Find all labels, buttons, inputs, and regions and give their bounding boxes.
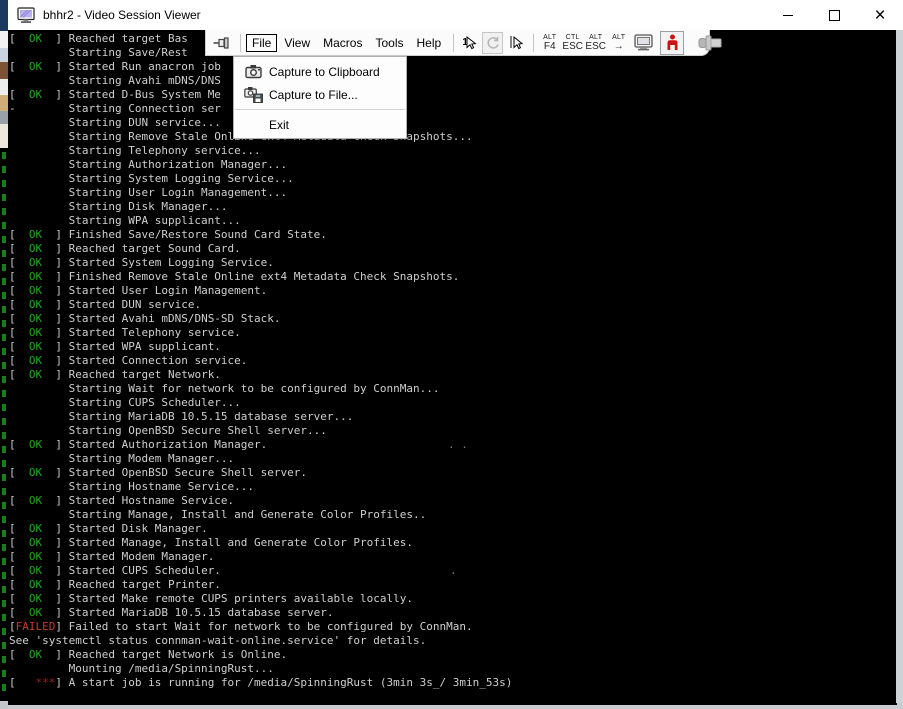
console-line: Starting OpenBSD Secure Shell server... xyxy=(9,424,897,438)
pushpin-icon[interactable] xyxy=(213,35,230,51)
console-line: [ ***] A start job is running for /media… xyxy=(9,676,897,690)
monitor-icon[interactable] xyxy=(631,32,656,54)
console-line: Starting Modem Manager... xyxy=(9,452,897,466)
console-line: [ OK ] Started Modem Manager. xyxy=(9,550,897,564)
console-line: Starting DUN service... xyxy=(9,116,897,130)
send-alt-tab-button[interactable]: ALT → xyxy=(608,32,629,54)
menu-item-label: Capture to File... xyxy=(269,88,358,102)
close-button[interactable] xyxy=(857,0,903,30)
console-line: [ OK ] Started Telephony service. xyxy=(9,326,897,340)
menu-tools[interactable]: Tools xyxy=(369,34,409,52)
single-cursor-icon[interactable]: 1 xyxy=(459,32,480,54)
console-line: [ OK ] Started D-Bus System Me xyxy=(9,88,897,102)
minimize-button[interactable] xyxy=(765,0,811,30)
console-line: Starting Remove Stale Online ext4 Metada… xyxy=(9,130,897,144)
send-alt-esc-button[interactable]: ALT ESC xyxy=(585,32,606,54)
console-line: Starting Disk Manager... xyxy=(9,200,897,214)
console-line: [ OK ] Started Make remote CUPS printers… xyxy=(9,592,897,606)
video-session-viewer-window: bhhr2 - Video Session Viewer [ OK ] Reac… xyxy=(8,0,903,703)
console-line: Starting Telephony service... xyxy=(9,144,897,158)
camera-disk-icon xyxy=(243,86,263,103)
console-line: [ OK ] Started Connection service. xyxy=(9,354,897,368)
window-title: bhhr2 - Video Session Viewer xyxy=(43,8,201,22)
camera-icon xyxy=(243,64,263,79)
send-ctrl-esc-button[interactable]: CTL ESC xyxy=(562,32,583,54)
console-line: [ OK ] Started OpenBSD Secure Shell serv… xyxy=(9,466,897,480)
console-line: Starting Authorization Manager... xyxy=(9,158,897,172)
console-line: See 'systemctl status connman-wait-onlin… xyxy=(9,634,897,648)
window-right-border xyxy=(896,30,903,703)
titlebar: bhhr2 - Video Session Viewer xyxy=(8,0,903,30)
maximize-icon xyxy=(829,10,840,21)
console-line: Starting System Logging Service... xyxy=(9,172,897,186)
console-line: [ OK ] Reached target Sound Card. xyxy=(9,242,897,256)
screen-artifact: . . xyxy=(448,438,468,452)
menu-view[interactable]: View xyxy=(278,34,316,52)
window-controls xyxy=(765,0,903,30)
screen-artifact: . xyxy=(450,564,457,578)
menu-item-label: Exit xyxy=(269,118,289,132)
console-line: [ OK ] Started Disk Manager. xyxy=(9,522,897,536)
console-line: Starting MariaDB 10.5.15 database server… xyxy=(9,410,897,424)
menu-item-capture-to-file[interactable]: Capture to File... xyxy=(234,83,406,106)
console-line: Mounting /media/SpinningRust... xyxy=(9,662,897,676)
toolbar-separator xyxy=(533,34,534,52)
console-line: [ OK ] Started Avahi mDNS/DNS-SD Stack. xyxy=(9,312,897,326)
app-monitor-icon xyxy=(17,7,35,24)
toolbar-separator xyxy=(240,34,241,52)
minimize-icon xyxy=(783,15,793,16)
menu-file[interactable]: File xyxy=(246,34,277,52)
floating-toolbar: File View Macros Tools Help 1 ALT xyxy=(205,30,710,56)
console-line: [ OK ] Started MariaDB 10.5.15 database … xyxy=(9,606,897,620)
console-line: [ OK ] Started WPA supplicant. xyxy=(9,340,897,354)
console-line: Starting Avahi mDNS/DNS xyxy=(9,74,897,88)
send-alt-f4-button[interactable]: ALT F4 xyxy=(539,32,560,54)
console-line: [ OK ] Started DUN service. xyxy=(9,298,897,312)
console-line: [ OK ] Started System Logging Service. xyxy=(9,256,897,270)
cursor-select-icon[interactable] xyxy=(505,32,526,54)
console-line: [ OK ] Finished Save/Restore Sound Card … xyxy=(9,228,897,242)
console-line: [ OK ] Reached target Network. xyxy=(9,368,897,382)
console-line: Starting Wait for network to be configur… xyxy=(9,382,897,396)
console-line: [ OK ] Started User Login Management. xyxy=(9,284,897,298)
menu-macros[interactable]: Macros xyxy=(317,34,368,52)
menu-separator xyxy=(235,109,405,110)
console-line: [ OK ] Started Run anacron job xyxy=(9,60,897,74)
menu-item-label: Capture to Clipboard xyxy=(269,65,380,79)
background-console-green-dashes xyxy=(2,152,6,692)
console-line: [ OK ] Reached target Printer. xyxy=(9,578,897,592)
toolbar-separator xyxy=(453,34,454,52)
console-line: [ OK ] Started Manage, Install and Gener… xyxy=(9,536,897,550)
console-line: [ OK ] Reached target Network is Online. xyxy=(9,648,897,662)
refresh-icon[interactable] xyxy=(482,32,503,54)
menu-help[interactable]: Help xyxy=(411,34,448,52)
console-line: - Starting Connection ser xyxy=(9,102,897,116)
red-user-icon[interactable] xyxy=(660,31,684,55)
console-line: [ OK ] Started Hostname Service. xyxy=(9,494,897,508)
console-line: [ OK ] Finished Remove Stale Online ext4… xyxy=(9,270,897,284)
file-menu-dropdown: Capture to Clipboard Capture to File... … xyxy=(233,56,407,139)
background-window-sliver xyxy=(0,0,8,709)
close-icon xyxy=(874,6,885,25)
console-line: Starting WPA supplicant... xyxy=(9,214,897,228)
console-line: Starting Manage, Install and Generate Co… xyxy=(9,508,897,522)
disconnect-plug-icon[interactable] xyxy=(698,34,726,52)
menu-item-capture-to-clipboard[interactable]: Capture to Clipboard xyxy=(234,60,406,83)
console-line: Starting Hostname Service... xyxy=(9,480,897,494)
console-line: Starting CUPS Scheduler... xyxy=(9,396,897,410)
menu-item-exit[interactable]: Exit xyxy=(234,113,406,136)
remote-console-view[interactable]: [ OK ] Reached target Bas Starting Save/… xyxy=(8,30,897,705)
maximize-button[interactable] xyxy=(811,0,857,30)
console-line: Starting User Login Management... xyxy=(9,186,897,200)
console-line: [FAILED] Failed to start Wait for networ… xyxy=(9,620,897,634)
